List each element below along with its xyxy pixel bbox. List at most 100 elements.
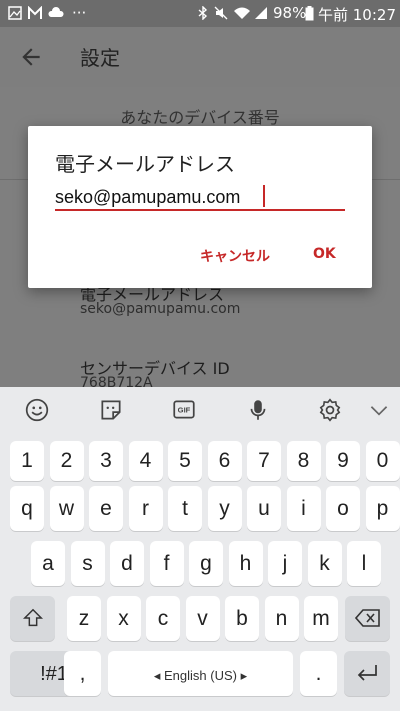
key-3[interactable]: 3 — [89, 441, 123, 481]
key-label: u — [258, 497, 270, 520]
key-label: q — [21, 497, 33, 520]
key-label: b — [236, 607, 248, 630]
key-8[interactable]: 8 — [286, 441, 321, 481]
key-7[interactable]: 7 — [247, 441, 281, 481]
key-label: 0 — [376, 449, 389, 472]
comma-key[interactable]: , — [64, 651, 101, 696]
key-0[interactable]: 0 — [365, 441, 400, 481]
key-s[interactable]: s — [70, 541, 105, 586]
input-underline — [55, 209, 345, 211]
key-k[interactable]: k — [307, 541, 342, 586]
key-x[interactable]: x — [106, 596, 141, 641]
key-n[interactable]: n — [264, 596, 299, 641]
mic-icon[interactable] — [245, 397, 271, 423]
key-label: 6 — [218, 449, 231, 472]
space-key[interactable]: ◂ English (US) ▸ — [108, 651, 293, 696]
image-icon — [8, 6, 22, 20]
mute-icon — [214, 6, 228, 20]
key-e[interactable]: e — [89, 486, 123, 531]
key-label: h — [239, 552, 252, 575]
email-input[interactable] — [55, 184, 345, 210]
bluetooth-icon — [198, 6, 208, 20]
key-h[interactable]: h — [228, 541, 263, 586]
collapse-icon[interactable] — [366, 397, 392, 423]
key-d[interactable]: d — [110, 541, 144, 586]
key-q[interactable]: q — [10, 486, 44, 531]
key-z[interactable]: z — [67, 596, 101, 641]
key-6[interactable]: 6 — [207, 441, 242, 481]
key-label: 5 — [179, 449, 191, 472]
key-p[interactable]: p — [365, 486, 400, 531]
enter-key[interactable] — [344, 651, 390, 696]
key-label: t — [182, 497, 188, 520]
key-label: m — [312, 607, 330, 630]
key-r[interactable]: r — [128, 486, 163, 531]
battery-percent: 98% — [273, 4, 307, 22]
key-label: x — [118, 607, 129, 630]
key-4[interactable]: 4 — [128, 441, 163, 481]
settings-icon[interactable] — [317, 397, 343, 423]
key-i[interactable]: i — [286, 486, 321, 531]
status-bar: ··· 98% 午前 10:27 — [0, 0, 400, 27]
space-right-arrow-icon: ▸ — [236, 668, 248, 683]
key-l[interactable]: l — [347, 541, 381, 586]
key-label: n — [275, 607, 288, 630]
key-label: 7 — [258, 449, 270, 472]
key-label: e — [100, 497, 112, 520]
key-f[interactable]: f — [149, 541, 184, 586]
period-key[interactable]: . — [300, 651, 337, 696]
key-a[interactable]: a — [31, 541, 65, 586]
ok-button[interactable]: OK — [313, 246, 336, 262]
cancel-button[interactable]: キャンセル — [200, 246, 270, 266]
space-left-arrow-icon: ◂ — [153, 668, 165, 683]
key-c[interactable]: c — [146, 596, 180, 641]
app-bar: 設定 — [0, 27, 400, 87]
sticker-icon[interactable] — [98, 397, 124, 423]
key-5[interactable]: 5 — [168, 441, 202, 481]
key-label: w — [58, 497, 75, 520]
key-g[interactable]: g — [189, 541, 223, 586]
key-v[interactable]: v — [185, 596, 220, 641]
key-label: s — [82, 552, 93, 575]
space-key-label: English (US) — [164, 668, 237, 683]
device-number-label: あなたのデバイス番号 — [120, 108, 280, 127]
key-label: p — [376, 497, 389, 520]
key-label: l — [361, 552, 367, 575]
key-2[interactable]: 2 — [49, 441, 84, 481]
backspace-key[interactable] — [345, 596, 390, 641]
gmail-icon — [28, 6, 42, 19]
email-pref-value: seko@pamupamu.com — [80, 301, 241, 317]
dialog-title: 電子メールアドレス — [55, 152, 235, 176]
gif-icon[interactable]: GIF — [171, 397, 197, 423]
shift-icon — [22, 608, 43, 627]
key-9[interactable]: 9 — [326, 441, 360, 481]
key-label: f — [163, 552, 170, 575]
key-o[interactable]: o — [326, 486, 360, 531]
key-j[interactable]: j — [268, 541, 302, 586]
page-title: 設定 — [80, 46, 120, 70]
back-arrow-icon[interactable] — [18, 44, 44, 70]
key-label: g — [200, 552, 212, 575]
key-label: j — [282, 552, 288, 575]
shift-key[interactable] — [10, 596, 55, 641]
key-1[interactable]: 1 — [10, 441, 44, 481]
emoji-icon[interactable] — [24, 397, 50, 423]
svg-text:GIF: GIF — [178, 406, 191, 415]
key-label: k — [319, 552, 330, 575]
key-b[interactable]: b — [225, 596, 259, 641]
key-t[interactable]: t — [168, 486, 202, 531]
period-key-label: . — [315, 662, 322, 685]
text-cursor — [263, 185, 265, 207]
key-y[interactable]: y — [207, 486, 242, 531]
key-label: 9 — [337, 449, 349, 472]
key-label: z — [78, 607, 90, 630]
battery-icon — [305, 6, 314, 21]
key-label: i — [301, 497, 306, 520]
key-u[interactable]: u — [247, 486, 281, 531]
key-label: o — [337, 497, 349, 520]
key-w[interactable]: w — [49, 486, 84, 531]
email-dialog: 電子メールアドレス キャンセル OK — [28, 126, 372, 288]
enter-icon — [357, 665, 377, 681]
key-label: d — [121, 552, 133, 575]
key-m[interactable]: m — [304, 596, 338, 641]
